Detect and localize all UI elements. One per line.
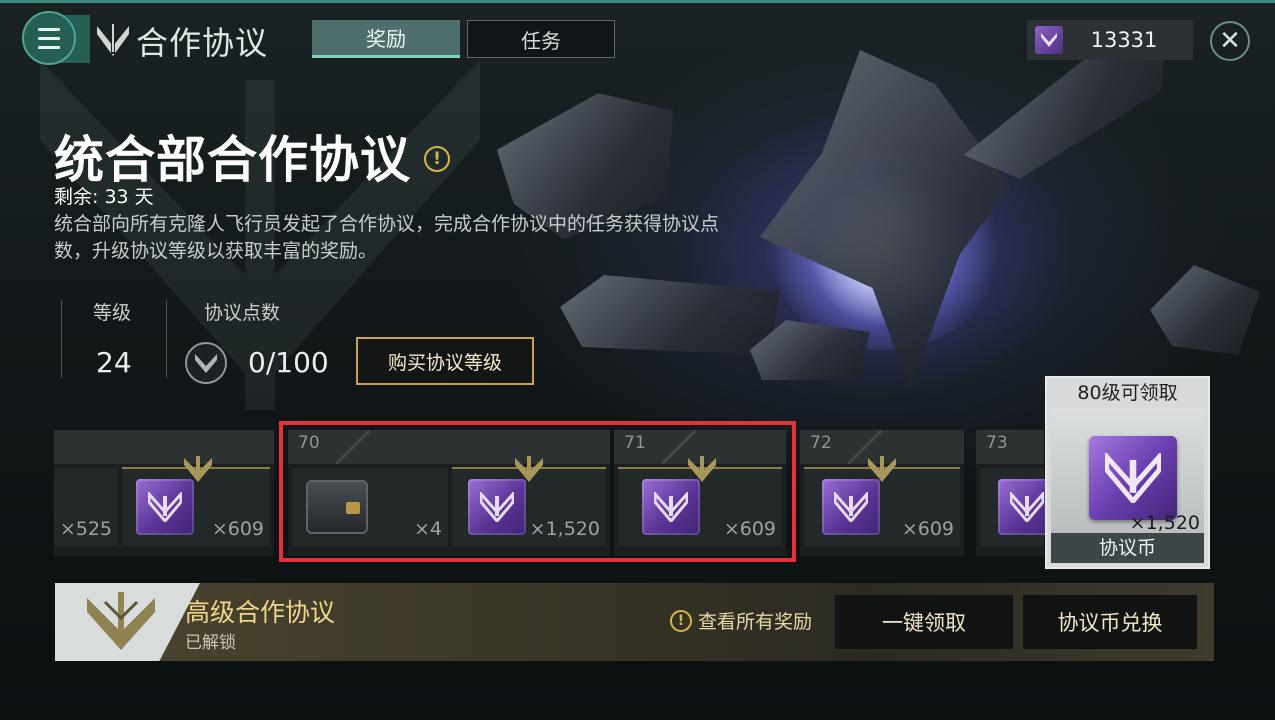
premium-reward-slot[interactable] [980, 468, 1056, 546]
reward-level-column: 72 ×609 [800, 430, 964, 556]
points-value: 0/100 [248, 346, 329, 379]
milestone-header: 80级可领取 [1077, 382, 1178, 404]
view-all-label: 查看所有奖励 [698, 611, 813, 633]
agreement-coin-card-icon [1089, 436, 1177, 520]
agreement-coin-icon [1035, 26, 1063, 54]
free-reward-slot[interactable]: ×525 [54, 468, 118, 546]
premium-agreement-bar: 高级合作协议 已解锁 ! 查看所有奖励 一键领取 协议币兑换 [55, 583, 1214, 661]
points-icon [185, 342, 227, 384]
close-icon: ✕ [1219, 26, 1241, 56]
tab-rewards[interactable]: 奖励 [312, 20, 460, 58]
premium-tier-icon [868, 456, 896, 482]
premium-agreement-icon [87, 592, 155, 650]
divider [166, 300, 167, 378]
reward-count: ×609 [211, 518, 264, 540]
currency-value: 13331 [1090, 28, 1158, 52]
highlight-box [279, 421, 796, 562]
buy-level-button[interactable]: 购买协议等级 [356, 337, 534, 385]
top-accent-line [0, 0, 1275, 3]
currency-display: 13331 [1027, 20, 1193, 60]
level-value: 24 [96, 346, 132, 379]
reward-count: ×525 [59, 518, 112, 540]
milestone-item-name: 协议币 [1051, 533, 1204, 563]
premium-status: 已解锁 [185, 633, 236, 653]
info-icon: ! [670, 609, 692, 632]
agreement-coin-card-icon [822, 479, 880, 535]
remaining-time: 剩余: 33 天 [54, 186, 154, 208]
agreement-coin-card-icon [136, 479, 194, 535]
level-number: 72 [810, 433, 832, 453]
premium-tier-icon [184, 456, 212, 482]
points-label: 协议点数 [204, 302, 281, 324]
reward-level-column: ×525 ×609 [54, 430, 274, 556]
spaceship-lower [560, 275, 780, 355]
level-label: 等级 [93, 302, 132, 324]
hamburger-icon [38, 25, 60, 52]
level-header [54, 430, 274, 464]
menu-button[interactable] [22, 11, 76, 65]
premium-title: 高级合作协议 [185, 598, 336, 627]
reward-count: ×609 [901, 518, 954, 540]
reward-level-column: 73 [976, 430, 1056, 556]
milestone-count: ×1,520 [1129, 512, 1200, 534]
level-number: 73 [986, 433, 1008, 453]
close-button[interactable]: ✕ [1210, 21, 1250, 61]
tab-tasks[interactable]: 任务 [467, 20, 615, 58]
page-title: 合作协议 [136, 24, 269, 62]
view-all-rewards-link[interactable]: ! 查看所有奖励 [670, 607, 812, 634]
spaceship-right [1150, 265, 1260, 355]
exchange-coins-button[interactable]: 协议币兑换 [1023, 595, 1197, 649]
milestone-reward-preview[interactable]: 80级可领取 ×1,520 协议币 [1045, 376, 1210, 569]
agreement-description: 统合部向所有克隆人飞行员发起了合作协议，完成合作协议中的任务获得协议点数，升级协… [54, 213, 720, 262]
info-icon[interactable]: ! [424, 146, 450, 172]
agreement-logo-icon [97, 24, 129, 56]
divider [61, 300, 62, 378]
claim-all-button[interactable]: 一键领取 [835, 595, 1013, 649]
premium-emblem [55, 583, 200, 661]
